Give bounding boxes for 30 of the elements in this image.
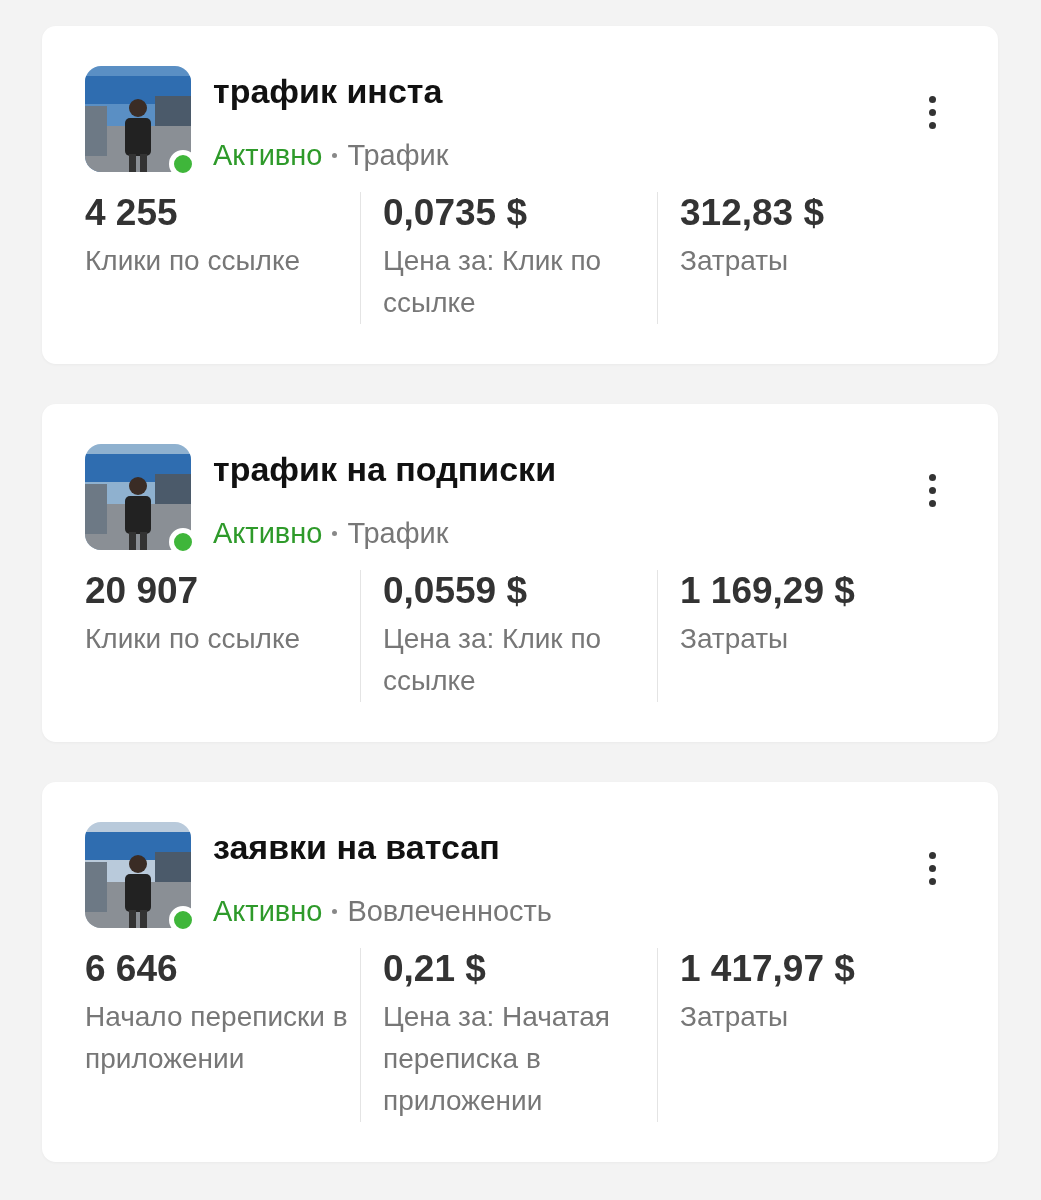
campaign-title: заявки на ватсап bbox=[213, 828, 501, 867]
metric-value: 312,83 $ bbox=[680, 192, 826, 234]
status-label: Активно bbox=[213, 517, 323, 550]
metric-label: Затраты bbox=[680, 244, 790, 278]
objective-label: Вовлеченность bbox=[347, 895, 552, 928]
metric-value: 0,21 $ bbox=[383, 948, 487, 990]
status-label: Активно bbox=[213, 895, 323, 928]
metric-value: 1 417,97 $ bbox=[680, 948, 856, 990]
metric-label: Начало переписки в приложении bbox=[85, 1000, 349, 1076]
separator-dot bbox=[332, 153, 338, 158]
metric-value: 4 255 bbox=[85, 192, 179, 234]
metric-value: 1 169,29 $ bbox=[680, 570, 856, 612]
metric-value: 20 907 bbox=[85, 570, 200, 612]
separator-dot bbox=[332, 909, 338, 914]
metric-label: Цена за: Клик по ссылке bbox=[383, 622, 603, 698]
metric-value: 0,0559 $ bbox=[383, 570, 529, 612]
metric-label: Цена за: Клик по ссылке bbox=[383, 244, 603, 320]
metric-label: Клики по ссылке bbox=[85, 622, 302, 656]
metric-label: Цена за: Начатая переписка в приложении bbox=[383, 1000, 612, 1118]
campaign-title: трафик инста bbox=[213, 72, 444, 111]
metric-label: Клики по ссылке bbox=[85, 244, 302, 278]
metric-value: 0,0735 $ bbox=[383, 192, 529, 234]
separator-dot bbox=[332, 531, 338, 536]
metric-label: Затраты bbox=[680, 1000, 790, 1034]
campaign-title: трафик на подписки bbox=[213, 450, 557, 489]
metric-label: Затраты bbox=[680, 622, 790, 656]
objective-label: Трафик bbox=[347, 139, 449, 172]
metric-value: 6 646 bbox=[85, 948, 179, 990]
status-label: Активно bbox=[213, 139, 323, 172]
objective-label: Трафик bbox=[347, 517, 449, 550]
